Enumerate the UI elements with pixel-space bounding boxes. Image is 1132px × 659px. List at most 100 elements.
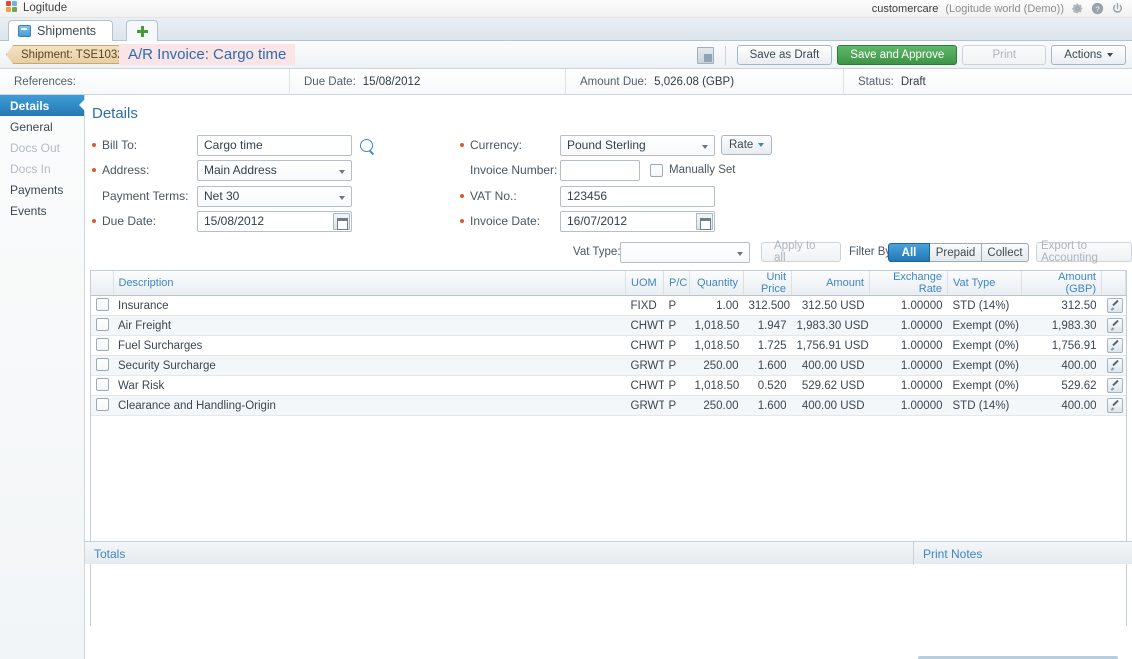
export-to-accounting-button[interactable]: Export to Accounting — [1036, 240, 1132, 264]
tab-shipments[interactable]: Shipments — [8, 20, 114, 41]
chevron-down-icon — [758, 143, 765, 147]
vat-no-input[interactable]: 123456 — [560, 185, 715, 207]
sidebar-item-details[interactable]: Details — [0, 95, 85, 116]
edit-pencil-icon[interactable] — [1106, 358, 1123, 373]
edit-pencil-icon[interactable] — [1106, 378, 1123, 393]
cell-uom: GRWT — [625, 395, 664, 416]
svg-text:?: ? — [1095, 4, 1099, 13]
actions-button[interactable]: Actions — [1051, 45, 1126, 65]
toolbar-divider — [724, 45, 726, 65]
vat-type-select[interactable] — [620, 242, 750, 263]
invoice-date-input[interactable]: 16/07/2012 — [560, 210, 715, 232]
row-checkbox[interactable] — [96, 377, 109, 391]
due-date-value: 15/08/2012 — [362, 75, 421, 88]
sidebar-item-docs-in: Docs In — [0, 158, 84, 179]
shipment-tag-label: Shipment: TSE1032 — [21, 48, 124, 61]
cell-amount-gbp: 1,983.30 — [1021, 315, 1102, 336]
column-pc[interactable]: P/C — [663, 271, 690, 296]
row-checkbox[interactable] — [96, 317, 109, 331]
cell-pc: P — [663, 315, 690, 336]
manually-set-checkbox[interactable] — [650, 163, 663, 177]
edit-pencil-icon[interactable] — [1106, 338, 1123, 353]
help-icon[interactable]: ? — [1091, 2, 1104, 15]
invoice-number-input[interactable] — [560, 159, 640, 181]
save-and-approve-button[interactable]: Save and Approve — [837, 45, 958, 65]
window-restore-icon[interactable] — [696, 46, 714, 64]
row-checkbox[interactable] — [96, 397, 109, 411]
column-uom[interactable]: UOM — [625, 271, 664, 296]
cell-description: Insurance — [113, 295, 626, 316]
cell-uom: FIXD — [625, 295, 664, 316]
row-checkbox[interactable] — [96, 337, 109, 351]
cell-exchange-rate: 1.00000 — [869, 355, 948, 376]
summary-amount-due: Amount Due: 5,026.08 (GBP) — [566, 68, 844, 95]
table-row[interactable]: Clearance and Handling-Origin GRWT P 250… — [91, 395, 1126, 416]
due-date-input-value: 15/08/2012 — [204, 214, 265, 228]
due-date-field-label-text: Due Date: — [102, 214, 157, 228]
address-label: Address: — [92, 163, 197, 177]
cell-description: Air Freight — [113, 315, 626, 336]
required-dot-icon — [92, 219, 96, 223]
filter-segment-prepaid[interactable]: Prepaid — [930, 243, 982, 262]
filter-segment-collect[interactable]: Collect — [982, 243, 1029, 262]
sidebar-item-general[interactable]: General — [0, 116, 84, 137]
search-icon[interactable] — [360, 138, 373, 152]
cell-unit-price: 0.520 — [743, 375, 792, 396]
column-unit-price[interactable]: Unit Price — [743, 271, 792, 296]
shipment-tag[interactable]: Shipment: TSE1032 — [6, 45, 134, 64]
bill-to-input[interactable]: Cargo time — [197, 134, 352, 156]
status-badge: Draft — [900, 75, 926, 88]
totals-section-header[interactable]: Totals — [94, 542, 125, 565]
cell-exchange-rate: 1.00000 — [869, 335, 948, 356]
sidebar-item-payments[interactable]: Payments — [0, 179, 84, 200]
column-exchange-rate[interactable]: Exchange Rate — [869, 271, 948, 296]
address-select[interactable]: Main Address — [197, 159, 352, 181]
sidebar: Details General Docs Out Docs In Payment… — [0, 95, 85, 659]
currency-select[interactable]: Pound Sterling — [560, 134, 715, 156]
print-notes-section-header[interactable]: Print Notes — [923, 542, 982, 565]
address-label-text: Address: — [102, 163, 150, 177]
gear-icon[interactable] — [1071, 2, 1084, 15]
rate-button[interactable]: Rate — [721, 135, 773, 155]
calendar-icon[interactable] — [696, 212, 713, 230]
print-button[interactable]: Print — [962, 45, 1047, 65]
cell-description: Clearance and Handling-Origin — [113, 395, 626, 416]
column-vat-type[interactable]: Vat Type — [947, 271, 1022, 296]
sidebar-item-general-label: General — [10, 119, 53, 134]
calendar-icon[interactable] — [333, 212, 350, 230]
cell-quantity: 1,018.50 — [689, 375, 744, 396]
apply-to-all-button[interactable]: Apply to all — [761, 240, 841, 264]
sidebar-item-events[interactable]: Events — [0, 200, 84, 221]
save-as-draft-button[interactable]: Save as Draft — [736, 45, 833, 65]
column-amount-gbp[interactable]: Amount (GBP) — [1021, 271, 1102, 296]
new-tab-button[interactable] — [126, 20, 158, 41]
row-checkbox[interactable] — [96, 357, 109, 371]
column-quantity[interactable]: Quantity — [689, 271, 744, 296]
table-row[interactable]: Fuel Surcharges CHWT P 1,018.50 1.725 1,… — [91, 335, 1126, 356]
payment-terms-select[interactable]: Net 30 — [197, 185, 352, 207]
table-row[interactable]: War Risk CHWT P 1,018.50 0.520 529.62 US… — [91, 375, 1126, 396]
table-row[interactable]: Air Freight CHWT P 1,018.50 1.947 1,983.… — [91, 315, 1126, 336]
required-dot-icon — [460, 143, 464, 147]
row-checkbox[interactable] — [96, 297, 109, 311]
due-date-label: Due Date: — [304, 75, 356, 88]
cell-pc: P — [663, 335, 690, 356]
vat-no-label-text: VAT No.: — [470, 189, 517, 203]
cell-vat-type: Exempt (0%) — [947, 315, 1022, 336]
due-date-input[interactable]: 15/08/2012 — [197, 210, 352, 232]
table-row[interactable]: Insurance FIXD P 1.00 312.500 312.50 USD… — [91, 295, 1126, 316]
field-due-date: Due Date: 15/08/2012 — [92, 210, 352, 232]
invoice-number-label-text: Invoice Number: — [470, 163, 558, 177]
edit-pencil-icon[interactable] — [1106, 298, 1123, 313]
column-amount[interactable]: Amount — [791, 271, 870, 296]
table-row[interactable]: Security Surcharge GRWT P 250.00 1.600 4… — [91, 355, 1126, 376]
edit-pencil-icon[interactable] — [1106, 398, 1123, 413]
field-vat-no: VAT No.: 123456 — [460, 185, 715, 207]
power-icon[interactable] — [1111, 2, 1124, 15]
edit-pencil-icon[interactable] — [1106, 318, 1123, 333]
cell-amount: 1,983.30 USD — [791, 315, 870, 336]
column-description[interactable]: Description — [113, 271, 626, 296]
filter-segment-all[interactable]: All — [888, 243, 930, 262]
cell-description: Security Surcharge — [113, 355, 626, 376]
select-all-column[interactable] — [91, 271, 114, 296]
